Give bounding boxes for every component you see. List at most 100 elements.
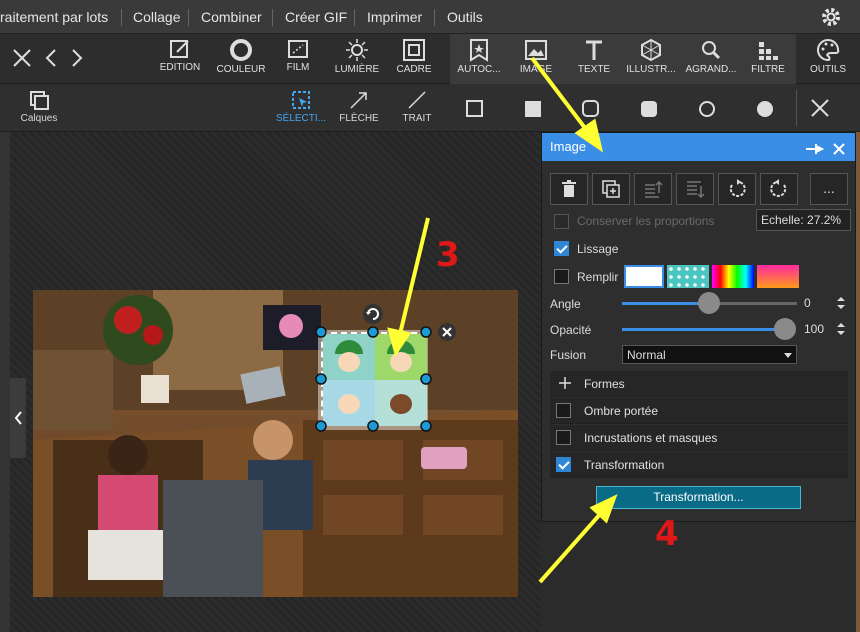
blend-value: Normal [627, 348, 666, 362]
tab-film[interactable]: FILM [277, 34, 319, 84]
pin-icon[interactable] [804, 139, 826, 167]
color-icon [230, 39, 252, 61]
tab-cadre[interactable]: CADRE [393, 34, 435, 84]
arrow-tool[interactable]: FLÈCHE [337, 84, 381, 132]
smoothing-checkbox[interactable] [554, 241, 569, 256]
fill-checkbox[interactable] [554, 269, 569, 284]
close-shapes-icon[interactable] [810, 98, 830, 123]
chevron-left-icon [14, 411, 22, 425]
left-strip [0, 132, 10, 632]
section-transformation[interactable]: Transformation [550, 452, 848, 478]
duplicate-icon [602, 180, 620, 198]
opacity-slider-thumb[interactable] [774, 318, 796, 340]
panel-title: Image [550, 139, 587, 154]
rotate-right-icon [770, 179, 787, 197]
menu-bar: raitement par lots Collage Combiner Crée… [0, 0, 860, 34]
tab-illustration[interactable]: ILLUSTR... [626, 34, 676, 84]
rotate-left-button[interactable] [718, 173, 756, 205]
rounded-square-filled-icon[interactable] [640, 100, 658, 123]
rounded-square-outline-icon[interactable] [582, 100, 600, 123]
tab-image[interactable]: IMAGE [514, 34, 558, 84]
blend-select[interactable]: Normal [622, 345, 797, 364]
panel-close-icon[interactable] [832, 139, 846, 167]
tab-outils[interactable]: OUTILS [806, 34, 850, 84]
square-outline-icon[interactable] [466, 100, 484, 123]
delete-button[interactable] [550, 173, 588, 205]
fill-swatch-gradient[interactable] [757, 265, 799, 288]
frame-icon [403, 39, 425, 61]
palette-icon [817, 38, 840, 62]
image-panel: Image ... Conserver les proportions Eche… [541, 132, 856, 522]
circle-filled-icon[interactable] [756, 100, 774, 123]
tab-edition[interactable]: EDITION [155, 34, 205, 84]
chevron-down-icon [784, 349, 792, 363]
edited-photo[interactable] [33, 290, 518, 597]
arrow-icon [350, 92, 367, 109]
edit-icon [170, 40, 189, 58]
menu-combiner[interactable]: Combiner [201, 0, 262, 34]
menu-tools[interactable]: Outils [447, 0, 483, 34]
tab-texte[interactable]: TEXTE [574, 34, 614, 84]
send-backward-button[interactable] [676, 173, 714, 205]
scale-readout: Echelle: 27.2% [756, 209, 851, 231]
layers-icon [30, 91, 49, 110]
duplicate-button[interactable] [592, 173, 630, 205]
circle-outline-icon[interactable] [698, 100, 716, 123]
transformation-checkbox[interactable] [556, 457, 571, 472]
menu-collage[interactable]: Collage [133, 0, 180, 34]
image-icon [525, 40, 547, 60]
bring-forward-icon [645, 180, 663, 198]
filter-icon [759, 42, 778, 60]
close-icon[interactable] [12, 48, 32, 73]
angle-slider-fill [622, 302, 709, 305]
selection-icon [292, 91, 310, 109]
fill-swatch-rainbow[interactable] [712, 265, 754, 288]
menu-gif[interactable]: Créer GIF [285, 0, 347, 34]
section-formes[interactable]: Formes [550, 371, 848, 397]
tab-filtre[interactable]: FILTRE [748, 34, 788, 84]
tab-agrandir[interactable]: AGRAND... [684, 34, 738, 84]
rotate-handle-icon[interactable] [362, 303, 384, 330]
section-ombre[interactable]: Ombre portée [550, 398, 848, 424]
rotate-right-button[interactable] [760, 173, 798, 205]
section-incrustations[interactable]: Incrustations et masques [550, 425, 848, 451]
tab-lumiere[interactable]: LUMIÈRE [332, 34, 382, 84]
annotation-number-3: 3 [436, 235, 460, 275]
remove-sticker-icon[interactable] [437, 322, 457, 347]
forward-icon[interactable] [70, 48, 84, 73]
angle-label: Angle [550, 297, 581, 311]
more-button[interactable]: ... [810, 173, 848, 205]
opacity-spinner-icon[interactable] [836, 321, 846, 342]
collapse-left-tab[interactable] [10, 378, 26, 458]
main-toolbar: EDITION COULEUR FILM LUMIÈRE CADRE AUTOC… [0, 34, 860, 84]
line-tool[interactable]: TRAIT [398, 84, 436, 132]
transformation-button[interactable]: Transformation... [596, 486, 801, 509]
menu-batch[interactable]: raitement par lots [0, 0, 108, 34]
rotate-left-icon [729, 179, 746, 197]
back-icon[interactable] [44, 48, 58, 73]
angle-slider-thumb[interactable] [698, 292, 720, 314]
text-icon [586, 40, 602, 60]
layers-button[interactable]: Calques [18, 84, 60, 132]
selection-tool[interactable]: SÉLECTI... [274, 84, 328, 132]
opacity-slider-fill[interactable] [622, 328, 787, 331]
tab-autocollant[interactable]: AUTOC... [453, 34, 505, 84]
ombre-checkbox[interactable] [556, 403, 571, 418]
bring-forward-button[interactable] [634, 173, 672, 205]
sun-icon [346, 39, 368, 61]
gear-icon[interactable] [820, 6, 842, 33]
keep-proportions-label: Conserver les proportions [577, 214, 715, 228]
square-filled-icon[interactable] [524, 100, 542, 123]
incrustations-checkbox[interactable] [556, 430, 571, 445]
keep-proportions-checkbox[interactable] [554, 214, 569, 229]
fill-swatch-white[interactable] [624, 265, 664, 288]
fill-swatch-pattern[interactable] [667, 265, 709, 288]
film-icon [288, 40, 308, 58]
plus-icon [558, 376, 572, 395]
menu-print[interactable]: Imprimer [367, 0, 422, 34]
tab-couleur[interactable]: COULEUR [215, 34, 267, 84]
send-backward-icon [687, 181, 705, 199]
sticker-icon [470, 39, 488, 62]
opacity-label: Opacité [550, 323, 592, 337]
angle-spinner-icon[interactable] [836, 295, 846, 316]
